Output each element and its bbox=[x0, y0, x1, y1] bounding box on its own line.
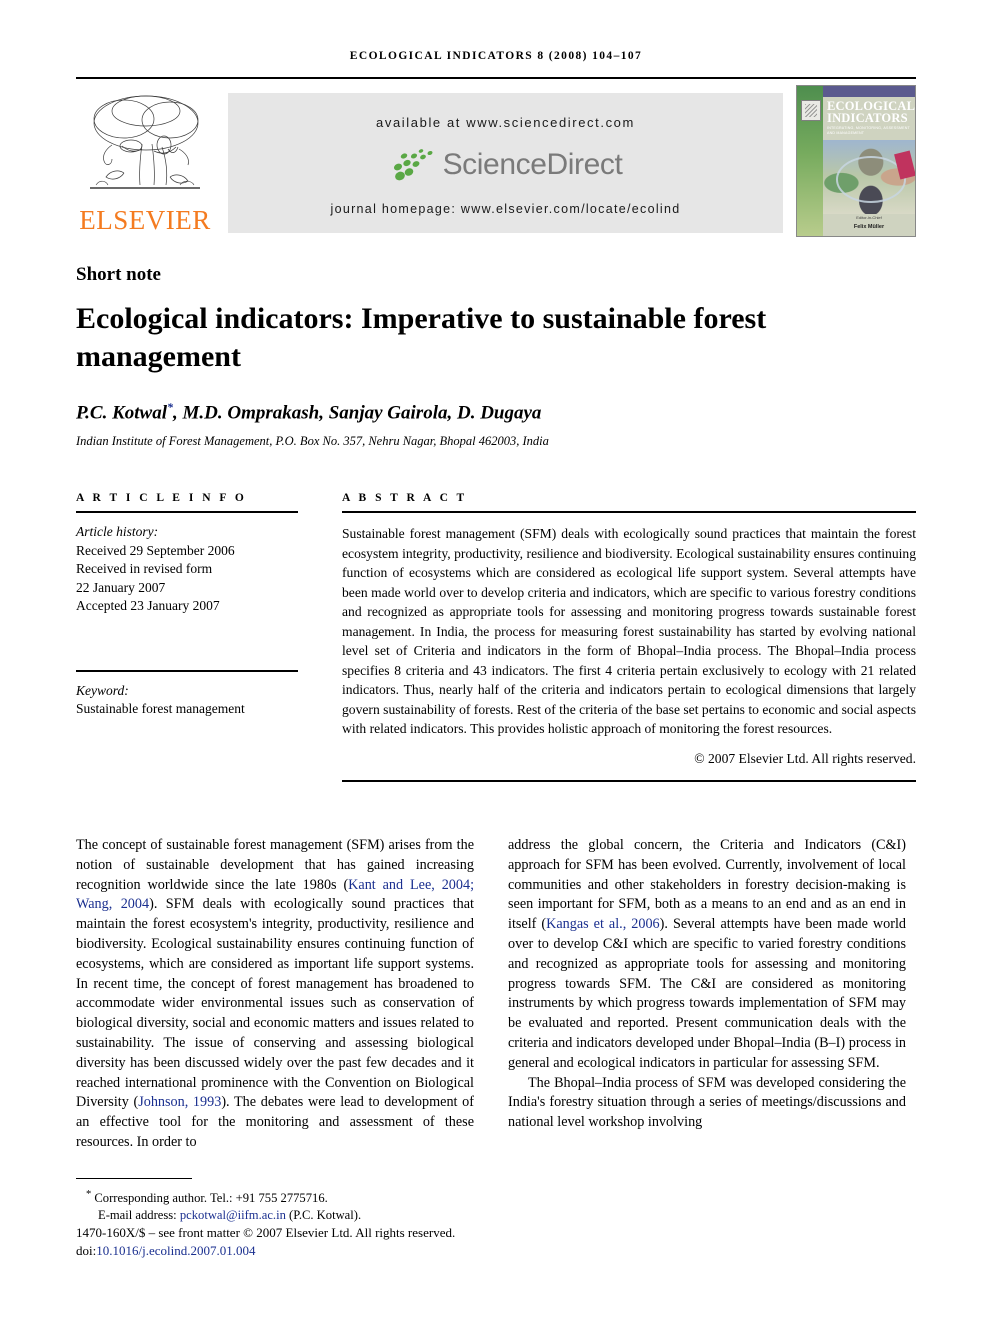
doi-line: doi:10.1016/j.ecolind.2007.01.004 bbox=[76, 1242, 526, 1260]
body-paragraph: The concept of sustainable forest manage… bbox=[76, 836, 474, 1153]
sciencedirect-wordmark: ScienceDirect bbox=[442, 148, 623, 181]
footnote-email-owner: (P.C. Kotwal). bbox=[289, 1208, 362, 1223]
history-received: Received 29 September 2006 bbox=[76, 542, 235, 558]
footnote-email-label: E-mail address: bbox=[98, 1208, 177, 1223]
article-history: Article history: Received 29 September 2… bbox=[76, 523, 298, 616]
footnote-corresponding: * Corresponding author. Tel.: +91 755 27… bbox=[76, 1186, 506, 1207]
body-paragraph-2: The Bhopal–India process of SFM was deve… bbox=[508, 1074, 906, 1131]
cover-title-line2: INDICATORS bbox=[827, 111, 908, 125]
frontmatter-line: 1470-160X/$ – see front matter © 2007 El… bbox=[76, 1225, 456, 1240]
author-rest: , M.D. Omprakash, Sanjay Gairola, D. Dug… bbox=[172, 402, 542, 424]
body-paragraph: address the global concern, the Criteria… bbox=[508, 836, 906, 1074]
abstract-copyright: © 2007 Elsevier Ltd. All rights reserved… bbox=[694, 750, 916, 766]
cover-elsevier-mark-icon bbox=[801, 100, 821, 121]
masthead: ELSEVIER available at www.sciencedirect.… bbox=[76, 85, 916, 240]
abstract-text: Sustainable forest management (SFM) deal… bbox=[342, 526, 916, 736]
footnote-marker: * bbox=[86, 1189, 92, 1200]
abstract-bottom-divider bbox=[342, 779, 916, 782]
body-column-right: address the global concern, the Criteria… bbox=[508, 836, 906, 1133]
keyword-block: Keyword: Sustainable forest management bbox=[76, 682, 298, 719]
citation-kangas[interactable]: Kangas et al., 2006 bbox=[546, 916, 660, 932]
history-accepted: Accepted 23 January 2007 bbox=[76, 598, 220, 613]
elsevier-logo: ELSEVIER bbox=[76, 85, 214, 240]
article-info-section: A R T I C L E I N F O Article history: R… bbox=[76, 492, 298, 719]
journal-homepage-text: journal homepage: www.elsevier.com/locat… bbox=[330, 202, 681, 216]
keyword-value: Sustainable forest management bbox=[76, 701, 245, 716]
cover-subtitle: INTEGRATING, MONITORING, ASSESSMENT AND … bbox=[827, 126, 910, 135]
article-type-label: Short note bbox=[76, 264, 161, 285]
elsevier-wordmark: ELSEVIER bbox=[79, 205, 211, 235]
abstract-divider bbox=[342, 511, 916, 513]
footnote-corresponding-text: Corresponding author. Tel.: +91 755 2775… bbox=[94, 1191, 328, 1206]
body-right-text-2: ). Several attempts have been made world… bbox=[508, 916, 907, 1071]
doi-label: doi: bbox=[76, 1242, 97, 1258]
article-info-divider bbox=[76, 511, 298, 513]
elsevier-tree-icon bbox=[90, 95, 200, 189]
footnote-email-link[interactable]: pckotwal@iifm.ac.in bbox=[180, 1208, 286, 1222]
author-list: P.C. Kotwal*, M.D. Omprakash, Sanjay Gai… bbox=[76, 400, 896, 424]
history-revised-date: 22 January 2007 bbox=[76, 579, 166, 595]
author-first: P.C. Kotwal bbox=[76, 402, 167, 424]
body-column-left: The concept of sustainable forest manage… bbox=[76, 836, 474, 1153]
keyword-label: Keyword: bbox=[76, 682, 129, 698]
footnote-divider bbox=[76, 1178, 192, 1179]
footnote-block: * Corresponding author. Tel.: +91 755 27… bbox=[76, 1186, 506, 1224]
cover-title: ECOLOGICAL INDICATORS bbox=[827, 100, 915, 125]
footnote-email-line: E-mail address: pckotwal@iifm.ac.in (P.C… bbox=[76, 1207, 506, 1224]
cover-editor-name: Felix Müller bbox=[853, 224, 885, 230]
history-revised-label: Received in revised form bbox=[76, 561, 213, 576]
body-left-text-2: ). SFM deals with ecologically sound pra… bbox=[76, 896, 474, 1111]
sciencedirect-logo: ScienceDirect bbox=[228, 148, 783, 188]
article-info-heading: A R T I C L E I N F O bbox=[76, 492, 247, 504]
citation-johnson[interactable]: Johnson, 1993 bbox=[138, 1094, 221, 1110]
history-label: Article history: bbox=[76, 524, 159, 539]
journal-cover-thumbnail: ECOLOGICAL INDICATORS INTEGRATING, MONIT… bbox=[796, 85, 916, 237]
page-title: Ecological indicators: Imperative to sus… bbox=[76, 302, 767, 373]
abstract-section: A B S T R A C T Sustainable forest manag… bbox=[342, 492, 916, 782]
doi-link[interactable]: 10.1016/j.ecolind.2007.01.004 bbox=[96, 1243, 255, 1258]
header-divider bbox=[76, 77, 916, 79]
keyword-divider bbox=[76, 669, 298, 672]
sciencedirect-band: available at www.sciencedirect.com Scien… bbox=[228, 93, 783, 233]
running-head: ECOLOGICAL INDICATORS 8 (2008) 104–107 bbox=[349, 50, 643, 62]
affiliation: Indian Institute of Forest Management, P… bbox=[76, 434, 549, 448]
frontmatter-block: 1470-160X/$ – see front matter © 2007 El… bbox=[76, 1224, 526, 1259]
available-at-text: available at www.sciencedirect.com bbox=[376, 115, 635, 130]
journal-article-page: ECOLOGICAL INDICATORS 8 (2008) 104–107 E… bbox=[0, 0, 992, 1323]
cover-editor-label: Editor-in-Chief bbox=[856, 215, 882, 220]
sciencedirect-swoosh-icon bbox=[393, 149, 433, 181]
abstract-heading: A B S T R A C T bbox=[342, 492, 468, 504]
